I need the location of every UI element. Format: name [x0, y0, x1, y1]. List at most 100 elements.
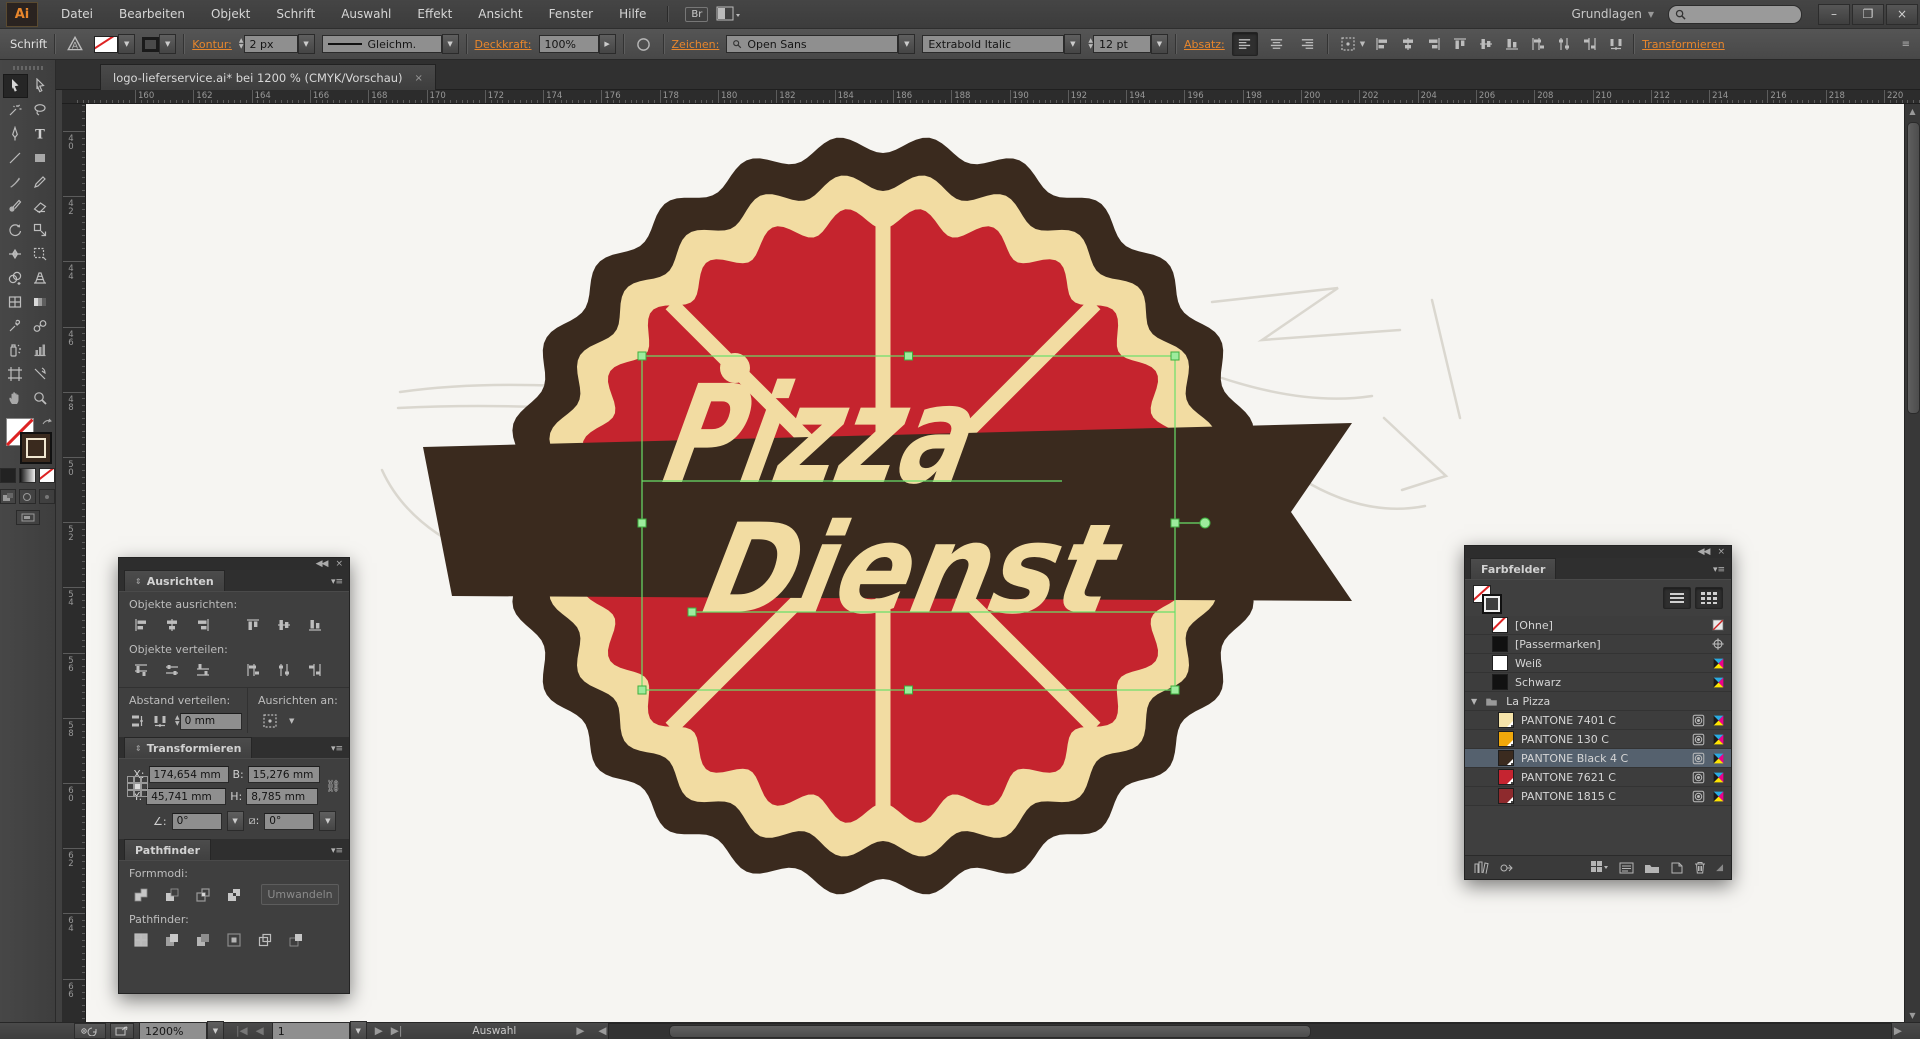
close-icon[interactable]: ×: [335, 559, 343, 569]
swatch-row[interactable]: PANTONE 1815 C: [1465, 787, 1731, 806]
shape-builder-tool[interactable]: [3, 266, 28, 290]
chevron-down-icon[interactable]: ▼: [1471, 697, 1477, 706]
panel-menu-icon[interactable]: ≡: [1902, 39, 1910, 50]
gradient-tool[interactable]: [28, 290, 53, 314]
selection-tool[interactable]: [3, 74, 28, 98]
prev-artboard-icon[interactable]: ◀: [256, 1025, 264, 1037]
opacity-label[interactable]: Deckkraft:: [475, 38, 532, 51]
panel-menu-icon[interactable]: ▾≡: [1713, 565, 1725, 575]
fill-color-picker[interactable]: ▼: [94, 34, 135, 54]
screen-mode-button[interactable]: [0, 510, 55, 525]
align-to-control[interactable]: ▼: [248, 709, 349, 733]
character-label[interactable]: Zeichen:: [672, 38, 720, 51]
scale-tool[interactable]: [28, 218, 53, 242]
tab-ausrichten[interactable]: ⇕ Ausrichten: [124, 570, 225, 591]
shear-field[interactable]: 0°: [264, 813, 314, 830]
stroke-weight-label[interactable]: Kontur:: [192, 38, 232, 51]
eraser-tool[interactable]: [28, 194, 53, 218]
pen-tool[interactable]: [3, 122, 28, 146]
draw-inside-button[interactable]: [39, 489, 55, 504]
menu-objekt[interactable]: Objekt: [198, 0, 263, 28]
distribute-top-button[interactable]: [129, 660, 153, 680]
export-icon[interactable]: [110, 1023, 134, 1039]
draw-normal-button[interactable]: [0, 489, 16, 504]
stroke-weight-control[interactable]: ▲▼ 2 px ▼: [239, 34, 315, 54]
direct-selection-tool[interactable]: [28, 74, 53, 98]
rotate-tool[interactable]: [3, 218, 28, 242]
swatch-row[interactable]: [Passermarken]: [1465, 635, 1731, 654]
space-horizontal-button[interactable]: [152, 711, 168, 731]
scroll-down-icon[interactable]: ▼: [1905, 1008, 1920, 1022]
merge-button[interactable]: [191, 930, 215, 950]
horizontal-ruler[interactable]: 1601621641661681701721741761781801821841…: [62, 90, 1920, 104]
panel-menu-icon[interactable]: ▾≡: [331, 846, 343, 856]
baseline-anchor[interactable]: [688, 608, 696, 616]
align-right-button[interactable]: [191, 615, 215, 635]
minimize-button[interactable]: –: [1818, 4, 1850, 25]
font-style-dropdown[interactable]: Extrabold Italic ▼: [922, 34, 1081, 54]
minus-front-button[interactable]: [160, 885, 184, 905]
collapse-icon[interactable]: ◀◀: [1698, 547, 1710, 557]
scrollbar-thumb[interactable]: [669, 1025, 1311, 1038]
swatch-row[interactable]: Weiß: [1465, 654, 1731, 673]
distribute-left-icon[interactable]: [1528, 33, 1548, 55]
slice-tool[interactable]: [28, 362, 53, 386]
menu-ansicht[interactable]: Ansicht: [465, 0, 535, 28]
distribute-right-button[interactable]: [303, 660, 327, 680]
spacing-value-field[interactable]: 0 mm: [180, 713, 242, 730]
align-text-right-button[interactable]: [1296, 33, 1320, 55]
width-tool[interactable]: [3, 242, 28, 266]
next-artboard-icon[interactable]: ▶: [375, 1025, 383, 1037]
list-view-button[interactable]: [1663, 587, 1691, 609]
menu-fenster[interactable]: Fenster: [536, 0, 607, 28]
menu-datei[interactable]: Datei: [48, 0, 106, 28]
selection-handle[interactable]: [1171, 686, 1179, 694]
rectangle-tool[interactable]: [28, 146, 53, 170]
swatch-kinds-icon[interactable]: [1591, 861, 1609, 874]
selection-handle[interactable]: [905, 352, 913, 360]
height-field[interactable]: 8,785 mm: [246, 788, 318, 805]
align-vcenter-button[interactable]: [272, 615, 296, 635]
panel-menu-icon[interactable]: ▾≡: [331, 744, 343, 754]
distribute-left-button[interactable]: [241, 660, 265, 680]
first-artboard-icon[interactable]: |◀: [236, 1025, 248, 1037]
width-profile-dropdown[interactable]: Gleichm. ▼: [322, 34, 459, 54]
distribute-hcenter-icon[interactable]: [1554, 33, 1574, 55]
align-left-icon[interactable]: [1372, 33, 1392, 55]
vertical-scrollbar[interactable]: ▲ ▼: [1904, 104, 1920, 1022]
swap-fill-stroke-icon[interactable]: [42, 418, 52, 428]
zoom-tool[interactable]: [28, 386, 53, 410]
artboard-tool[interactable]: [3, 362, 28, 386]
align-left-button[interactable]: [129, 615, 153, 635]
blob-brush-tool[interactable]: [3, 194, 28, 218]
search-input[interactable]: [1668, 5, 1802, 24]
selection-handle[interactable]: [1171, 519, 1179, 527]
logo-text-line2[interactable]: Dienst: [694, 497, 1133, 641]
chevron-down-icon[interactable]: ▼: [350, 1021, 367, 1039]
fill-stroke-indicator[interactable]: [6, 418, 50, 462]
opacity-control[interactable]: 100% ▶: [539, 34, 616, 54]
horizontal-scrollbar[interactable]: [608, 1023, 1891, 1039]
swatch-row[interactable]: PANTONE 130 C: [1465, 730, 1731, 749]
artboard-number-field[interactable]: 1: [272, 1022, 350, 1039]
menu-schrift[interactable]: Schrift: [263, 0, 328, 28]
outline-button[interactable]: [253, 930, 277, 950]
swatch-row[interactable]: [Ohne]: [1465, 616, 1731, 635]
last-artboard-icon[interactable]: ▶|: [391, 1025, 403, 1037]
align-text-center-button[interactable]: [1265, 33, 1289, 55]
distribute-hcenter-button[interactable]: [272, 660, 296, 680]
panel-menu-icon[interactable]: ▾≡: [331, 577, 343, 587]
menu-hilfe[interactable]: Hilfe: [606, 0, 659, 28]
rotate-handle[interactable]: [1200, 518, 1210, 528]
align-hcenter-button[interactable]: [160, 615, 184, 635]
grid-view-button[interactable]: [1695, 587, 1723, 609]
unite-button[interactable]: [129, 885, 153, 905]
symbol-sprayer-tool[interactable]: [3, 338, 28, 362]
magic-wand-tool[interactable]: [3, 98, 28, 122]
tab-pathfinder[interactable]: Pathfinder: [124, 839, 211, 860]
intersect-button[interactable]: [191, 885, 215, 905]
align-top-icon[interactable]: [1450, 33, 1470, 55]
swatch-group-row[interactable]: ▼ La Pizza: [1465, 692, 1731, 711]
space-vertical-button[interactable]: [129, 711, 145, 731]
swatch-libraries-icon[interactable]: [1473, 861, 1489, 874]
